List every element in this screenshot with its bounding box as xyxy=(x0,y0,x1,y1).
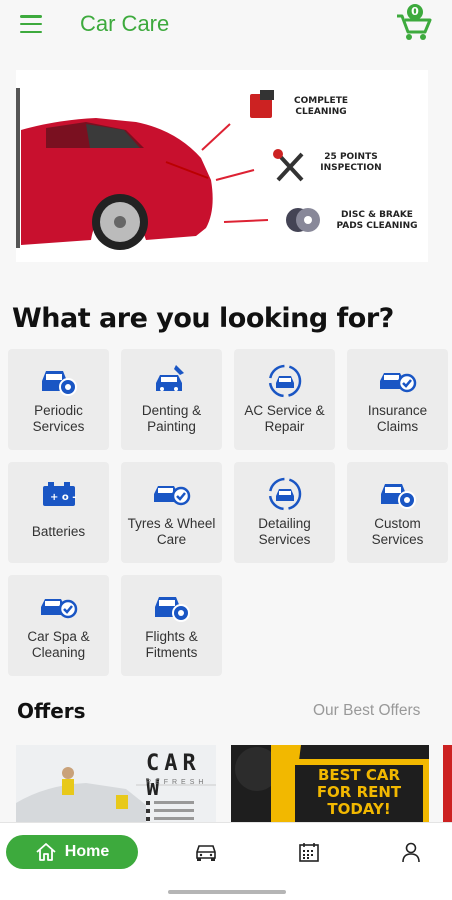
top-app-bar: Car Care 0 xyxy=(0,0,452,50)
car-ac-icon xyxy=(265,363,305,399)
nav-profile-button[interactable] xyxy=(400,841,424,863)
car-gear-icon xyxy=(39,363,79,399)
service-tile-denting-painting[interactable]: Denting & Painting xyxy=(121,349,222,450)
service-tile-ac-service-repair[interactable]: AC Service & Repair xyxy=(234,349,335,450)
offer-card-car-rent[interactable]: BEST CAR FOR RENT TODAY! xyxy=(231,745,429,823)
offer-card-next[interactable] xyxy=(443,745,452,823)
car-icon xyxy=(196,845,216,861)
nav-car-button[interactable] xyxy=(194,841,218,863)
service-tile-batteries[interactable]: + o - Batteries xyxy=(8,462,109,563)
offer-headline: CAR W xyxy=(146,751,201,801)
service-tile-periodic-services[interactable]: Periodic Services xyxy=(8,349,109,450)
car-check-icon xyxy=(378,363,418,399)
bottom-navigation: Home xyxy=(0,822,452,900)
inspection-tools-icon xyxy=(273,149,304,182)
car-gear-icon xyxy=(152,589,192,625)
service-tile-label: Flights & Fitments xyxy=(145,629,198,660)
service-tile-label: AC Service & Repair xyxy=(244,403,325,434)
offer-card-car-wash[interactable]: CAR W REFRESH xyxy=(16,745,216,823)
service-tile-label: Car Spa & Cleaning xyxy=(27,629,90,660)
service-tile-custom-services[interactable]: Custom Services xyxy=(347,462,448,563)
promo-banner[interactable]: COMPLETE CLEANING 25 POINTS INSPECTION D… xyxy=(16,70,428,262)
service-tile-detailing-services[interactable]: Detailing Services xyxy=(234,462,335,563)
calendar-icon xyxy=(299,843,319,862)
car-ac-icon xyxy=(265,476,305,512)
nav-home-button[interactable]: Home xyxy=(6,835,138,869)
cart-count-badge: 0 xyxy=(407,4,423,20)
profile-icon xyxy=(402,842,420,863)
service-tile-label: Periodic Services xyxy=(32,403,85,434)
service-tile-label: Denting & Painting xyxy=(141,403,202,434)
service-tile-label: Tyres & Wheel Care xyxy=(127,516,216,547)
service-tile-label: Custom Services xyxy=(371,516,424,547)
offer-headline-rent: BEST CAR FOR RENT TODAY! xyxy=(316,766,402,818)
offer-subline: REFRESH xyxy=(146,779,208,786)
banner-feature-cleaning: COMPLETE CLEANING xyxy=(294,96,348,117)
gesture-bar xyxy=(168,890,286,894)
battery-icon: + o - xyxy=(39,476,79,512)
nav-calendar-button[interactable] xyxy=(298,841,322,863)
nav-home-label: Home xyxy=(64,843,110,860)
offers-title: Offers xyxy=(17,699,86,723)
hamburger-menu-icon[interactable] xyxy=(20,15,42,33)
home-icon xyxy=(36,843,56,861)
svg-text:+ o -: + o - xyxy=(50,492,76,503)
cleaning-icon xyxy=(250,90,274,118)
service-tile-label: Batteries xyxy=(31,524,86,539)
car-check-icon xyxy=(39,589,79,625)
car-paint-icon xyxy=(152,363,192,399)
cart-button[interactable]: 0 xyxy=(395,4,435,42)
car-gear-icon xyxy=(378,476,418,512)
car-check-icon xyxy=(152,476,192,512)
banner-feature-brake: DISC & BRAKE PADS CLEANING xyxy=(336,210,418,231)
app-title: Car Care xyxy=(80,11,170,36)
service-tile-car-spa-cleaning[interactable]: Car Spa & Cleaning xyxy=(8,575,109,676)
brake-disc-icon xyxy=(286,208,320,232)
section-title: What are you looking for? xyxy=(12,303,394,334)
service-tile-flights-fitments[interactable]: Flights & Fitments xyxy=(121,575,222,676)
banner-feature-inspection: 25 POINTS INSPECTION xyxy=(320,152,382,173)
service-tile-tyres-wheel-care[interactable]: Tyres & Wheel Care xyxy=(121,462,222,563)
best-offers-link[interactable]: Our Best Offers xyxy=(313,702,420,720)
service-tile-insurance-claims[interactable]: Insurance Claims xyxy=(347,349,448,450)
service-tile-label: Insurance Claims xyxy=(367,403,428,434)
service-tile-label: Detailing Services xyxy=(258,516,311,547)
